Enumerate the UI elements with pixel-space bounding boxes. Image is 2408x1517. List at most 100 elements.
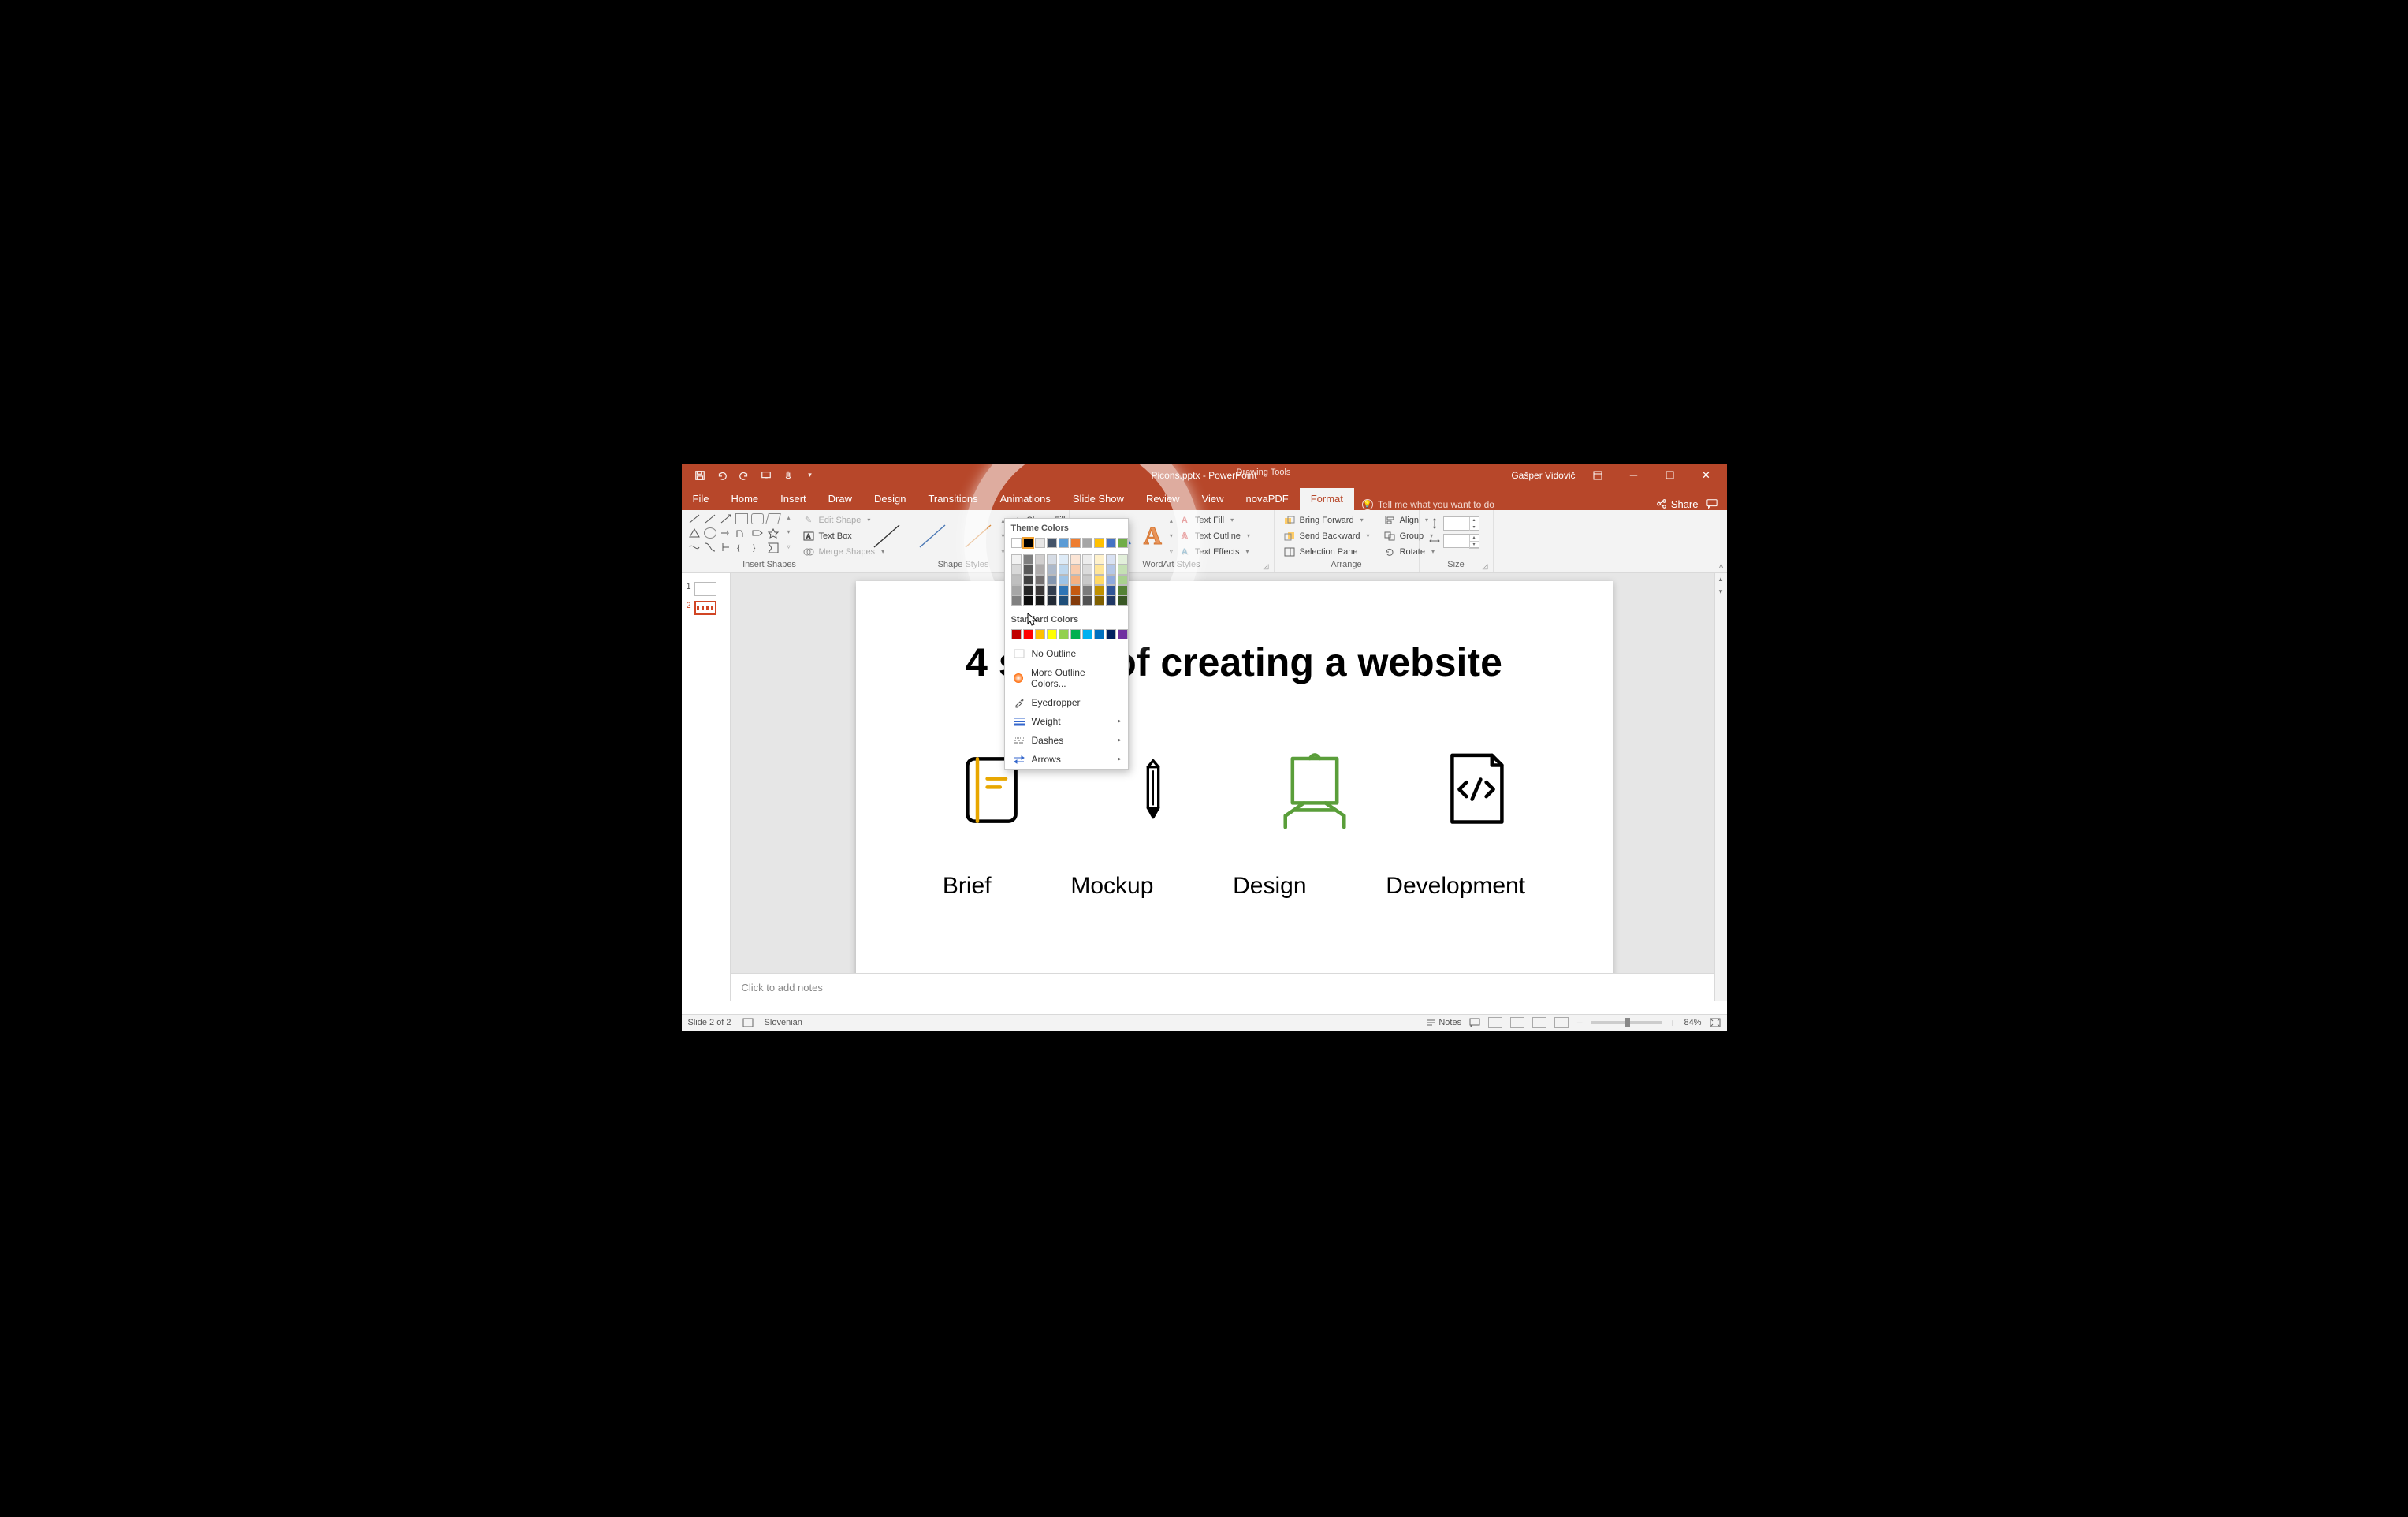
theme-color-swatch[interactable] (1118, 585, 1128, 595)
save-icon[interactable] (693, 468, 707, 483)
language-indicator[interactable]: Slovenian (765, 1018, 802, 1027)
standard-color-swatch[interactable] (1082, 629, 1092, 639)
thumbnail-2[interactable]: 2 (682, 598, 730, 617)
reading-view-icon[interactable] (1532, 1017, 1546, 1028)
theme-color-swatch[interactable] (1035, 575, 1045, 585)
theme-color-swatch[interactable] (1035, 538, 1045, 548)
tab-slideshow[interactable]: Slide Show (1062, 488, 1135, 510)
style-thumb-1[interactable] (869, 520, 904, 552)
theme-color-swatch[interactable] (1059, 585, 1069, 595)
dashes-item[interactable]: Dashes ▸ (1005, 731, 1128, 750)
theme-color-swatch[interactable] (1023, 575, 1033, 585)
theme-color-swatch[interactable] (1082, 585, 1092, 595)
gallery-up-icon[interactable]: ▴ (786, 514, 791, 521)
no-outline-item[interactable]: No Outline (1005, 644, 1128, 663)
theme-color-swatch[interactable] (1070, 565, 1081, 575)
development-icon[interactable] (1433, 747, 1520, 833)
zoom-knob[interactable] (1625, 1018, 1630, 1027)
slide-title[interactable]: 4 steps of creating a website (856, 639, 1613, 685)
start-from-beginning-icon[interactable] (759, 468, 773, 483)
theme-color-swatch[interactable] (1059, 565, 1069, 575)
comments-icon-status[interactable] (1469, 1017, 1480, 1028)
standard-color-swatch[interactable] (1011, 629, 1022, 639)
slide-canvas[interactable]: 4 steps of creating a website (856, 581, 1613, 973)
qat-customize-icon[interactable]: ▾ (803, 468, 817, 483)
theme-color-swatch[interactable] (1106, 554, 1116, 565)
label-brief[interactable]: Brief (943, 873, 992, 900)
tab-view[interactable]: View (1191, 488, 1235, 510)
share-button[interactable]: Share (1656, 498, 1699, 510)
zoom-slider[interactable] (1591, 1021, 1662, 1024)
theme-color-swatch[interactable] (1023, 554, 1033, 565)
close-button[interactable]: ✕ (1692, 464, 1721, 486)
theme-color-swatch[interactable] (1011, 585, 1022, 595)
tab-transitions[interactable]: Transitions (917, 488, 988, 510)
theme-color-swatch[interactable] (1070, 595, 1081, 606)
shapes-gallery[interactable]: { } (688, 513, 781, 559)
size-launcher-icon[interactable]: ◿ (1483, 562, 1491, 570)
zoom-out-icon[interactable]: − (1576, 1016, 1583, 1029)
notes-toggle[interactable]: Notes (1426, 1018, 1461, 1027)
theme-color-swatch[interactable] (1047, 554, 1057, 565)
theme-color-swatch[interactable] (1047, 565, 1057, 575)
text-fill-button[interactable]: AText Fill▾ (1176, 513, 1253, 527)
tab-file[interactable]: File (682, 488, 720, 510)
width-up-icon[interactable]: ▴ (1470, 535, 1479, 542)
zoom-in-icon[interactable]: + (1669, 1016, 1676, 1029)
theme-color-swatch[interactable] (1082, 575, 1092, 585)
theme-color-swatch[interactable] (1047, 585, 1057, 595)
style-thumb-2[interactable] (915, 520, 950, 552)
theme-color-swatch[interactable] (1094, 585, 1104, 595)
ribbon-display-options-icon[interactable] (1584, 464, 1612, 486)
spellcheck-icon[interactable] (742, 1017, 754, 1028)
theme-color-swatch[interactable] (1059, 554, 1069, 565)
theme-color-swatch[interactable] (1023, 565, 1033, 575)
touch-mode-icon[interactable] (781, 468, 795, 483)
standard-color-swatch[interactable] (1106, 629, 1116, 639)
thumbnail-1[interactable]: 1 (682, 580, 730, 598)
slide-sorter-view-icon[interactable] (1510, 1017, 1524, 1028)
selection-pane-button[interactable]: Selection Pane (1281, 545, 1373, 559)
tab-format[interactable]: Format (1300, 488, 1354, 510)
standard-color-swatch[interactable] (1047, 629, 1057, 639)
fit-to-window-icon[interactable] (1710, 1017, 1721, 1028)
design-icon[interactable] (1271, 747, 1358, 833)
style-thumb-3[interactable] (961, 520, 996, 552)
theme-color-swatch[interactable] (1094, 565, 1104, 575)
wordart-gallery-down-icon[interactable]: ▾ (1168, 532, 1173, 539)
theme-color-swatch[interactable] (1106, 575, 1116, 585)
theme-color-swatch[interactable] (1070, 575, 1081, 585)
minimize-button[interactable]: ─ (1620, 464, 1648, 486)
standard-color-swatch[interactable] (1094, 629, 1104, 639)
theme-color-swatch[interactable] (1094, 554, 1104, 565)
standard-color-swatch[interactable] (1118, 629, 1128, 639)
theme-color-swatch[interactable] (1118, 575, 1128, 585)
tab-novapdf[interactable]: novaPDF (1235, 488, 1300, 510)
zoom-percent[interactable]: 84% (1684, 1018, 1701, 1027)
theme-color-swatch[interactable] (1082, 565, 1092, 575)
theme-color-swatch[interactable] (1082, 538, 1092, 548)
send-backward-button[interactable]: Send Backward▾ (1281, 529, 1373, 543)
more-outline-colors-item[interactable]: More Outline Colors... (1005, 663, 1128, 693)
text-outline-button[interactable]: AText Outline▾ (1176, 529, 1253, 543)
height-up-icon[interactable]: ▴ (1470, 517, 1479, 524)
maximize-button[interactable] (1656, 464, 1684, 486)
label-mockup[interactable]: Mockup (1070, 873, 1153, 900)
scroll-down-icon[interactable]: ▾ (1715, 586, 1727, 598)
theme-color-swatch[interactable] (1035, 595, 1045, 606)
slideshow-view-icon[interactable] (1554, 1017, 1569, 1028)
gallery-down-icon[interactable]: ▾ (786, 528, 791, 535)
tab-home[interactable]: Home (720, 488, 769, 510)
theme-color-swatch[interactable] (1011, 565, 1022, 575)
tell-me-search[interactable]: 💡 Tell me what you want to do (1354, 499, 1494, 510)
theme-color-swatch[interactable] (1047, 575, 1057, 585)
theme-color-swatch[interactable] (1035, 554, 1045, 565)
label-design[interactable]: Design (1233, 873, 1306, 900)
vertical-scrollbar[interactable]: ▴ ▾ (1714, 573, 1727, 1001)
user-name[interactable]: Gašper Vidovič (1511, 470, 1575, 481)
theme-color-swatch[interactable] (1106, 585, 1116, 595)
theme-color-swatch[interactable] (1023, 538, 1033, 548)
collapse-ribbon-icon[interactable]: ˄ (1719, 562, 1724, 571)
standard-color-swatch[interactable] (1023, 629, 1033, 639)
theme-color-swatch[interactable] (1023, 595, 1033, 606)
